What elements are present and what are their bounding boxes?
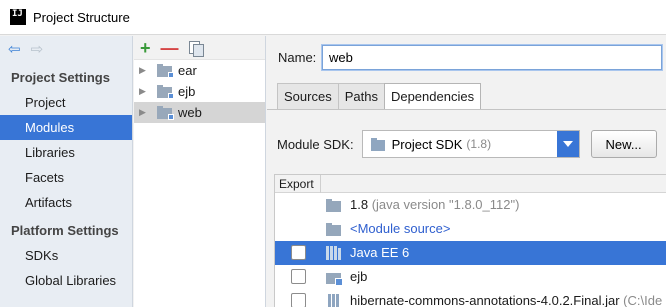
- sidebar-item-artifacts[interactable]: Artifacts: [0, 190, 132, 215]
- dependency-name: hibernate-commons-annotations-4.0.2.Fina…: [350, 293, 620, 307]
- module-tabs: Sources Paths Dependencies: [277, 83, 482, 109]
- dependency-label: hibernate-commons-annotations-4.0.2.Fina…: [350, 293, 662, 307]
- group-platform-settings: Platform Settings: [11, 223, 119, 238]
- new-sdk-button[interactable]: New...: [590, 130, 657, 158]
- module-sdk-dropdown[interactable]: Project SDK (1.8): [361, 130, 580, 158]
- sdk-folder-icon: [370, 137, 387, 151]
- dependency-label: 1.8 (java version "1.8.0_112"): [350, 197, 519, 212]
- back-arrow-icon[interactable]: ⇦: [8, 42, 21, 57]
- tab-sources[interactable]: Sources: [277, 83, 339, 109]
- tree-item-ejb[interactable]: ▶ ejb: [134, 81, 265, 102]
- sdk-selected-value: Project SDK: [391, 136, 463, 152]
- dependency-row-java-ee[interactable]: Java EE 6: [275, 241, 666, 265]
- expand-arrow-icon[interactable]: ▶: [139, 86, 157, 97]
- dependency-row-ejb[interactable]: ejb: [275, 265, 666, 289]
- module-tree-pane: + — ▶ ear ▶ ejb ▶ web: [134, 36, 266, 307]
- sidebar-item-facets[interactable]: Facets: [0, 165, 132, 190]
- dependency-name: Java EE 6: [350, 245, 410, 260]
- module-sdk-row: Module SDK: Project SDK (1.8) New...: [277, 130, 657, 158]
- export-checkbox[interactable]: [291, 293, 306, 307]
- tab-paths[interactable]: Paths: [337, 83, 385, 109]
- library-icon: [326, 246, 343, 260]
- tree-item-label: ear: [178, 63, 197, 78]
- export-checkbox[interactable]: [291, 269, 306, 284]
- dependency-row-hibernate-jar[interactable]: hibernate-commons-annotations-4.0.2.Fina…: [275, 289, 666, 307]
- tab-divider: [267, 109, 666, 110]
- dependencies-header: Export: [275, 175, 666, 193]
- expand-arrow-icon[interactable]: ▶: [139, 107, 157, 118]
- dependency-name: 1.8: [350, 197, 369, 212]
- settings-sidebar: ⇦ ⇨ Project Settings Project Modules Lib…: [0, 36, 133, 307]
- module-source-icon: [326, 222, 343, 236]
- window-title: Project Structure: [33, 9, 130, 25]
- sidebar-item-libraries[interactable]: Libraries: [0, 140, 132, 165]
- jdk-icon: [326, 198, 343, 212]
- dependency-name: ejb: [350, 269, 368, 284]
- minus-icon[interactable]: —: [161, 39, 179, 57]
- tree-item-web[interactable]: ▶ web: [134, 102, 265, 123]
- export-checkbox[interactable]: [291, 245, 306, 260]
- plus-icon[interactable]: +: [140, 39, 151, 57]
- module-folder-icon: [157, 85, 174, 99]
- chevron-down-icon[interactable]: [556, 131, 579, 157]
- tab-dependencies[interactable]: Dependencies: [383, 83, 482, 109]
- name-row: Name:: [267, 45, 662, 70]
- dependencies-table: Export 1.8 (java version "1.8.0_112") <M…: [274, 174, 666, 307]
- module-editor: Name: Sources Paths Dependencies Module …: [267, 36, 666, 307]
- forward-arrow-icon[interactable]: ⇨: [31, 42, 44, 57]
- tree-item-ear[interactable]: ▶ ear: [134, 60, 265, 81]
- jar-icon: [328, 294, 345, 307]
- tree-item-label: ejb: [178, 84, 196, 99]
- module-name-input[interactable]: [322, 45, 662, 70]
- module-folder-icon: [157, 64, 174, 78]
- sidebar-item-modules[interactable]: Modules: [0, 115, 132, 140]
- module-folder-icon: [157, 106, 174, 120]
- dependency-name: <Module source>: [350, 221, 451, 236]
- module-icon: [326, 270, 343, 286]
- sidebar-item-sdks[interactable]: SDKs: [0, 243, 132, 268]
- group-project-settings: Project Settings: [11, 70, 110, 85]
- copy-icon[interactable]: [188, 40, 204, 57]
- tree-toolbar: + —: [134, 36, 265, 60]
- dependency-row-jdk[interactable]: 1.8 (java version "1.8.0_112"): [275, 193, 666, 217]
- module-sdk-label: Module SDK:: [277, 136, 354, 152]
- expand-arrow-icon[interactable]: ▶: [139, 65, 157, 76]
- sdk-version: (1.8): [466, 137, 492, 151]
- name-label: Name:: [278, 50, 317, 65]
- sidebar-item-global-libraries[interactable]: Global Libraries: [0, 268, 132, 293]
- tree-item-label: web: [178, 105, 202, 120]
- export-column-header[interactable]: Export: [275, 175, 321, 193]
- dependency-detail: (java version "1.8.0_112"): [371, 197, 520, 212]
- dependency-detail: (C:\Ide: [623, 293, 663, 307]
- intellij-app-icon: IJ: [10, 9, 26, 25]
- dependency-row-module-source[interactable]: <Module source>: [275, 217, 666, 241]
- sidebar-item-project[interactable]: Project: [0, 90, 132, 115]
- title-bar: IJ Project Structure: [0, 0, 666, 35]
- history-nav: ⇦ ⇨: [0, 36, 132, 62]
